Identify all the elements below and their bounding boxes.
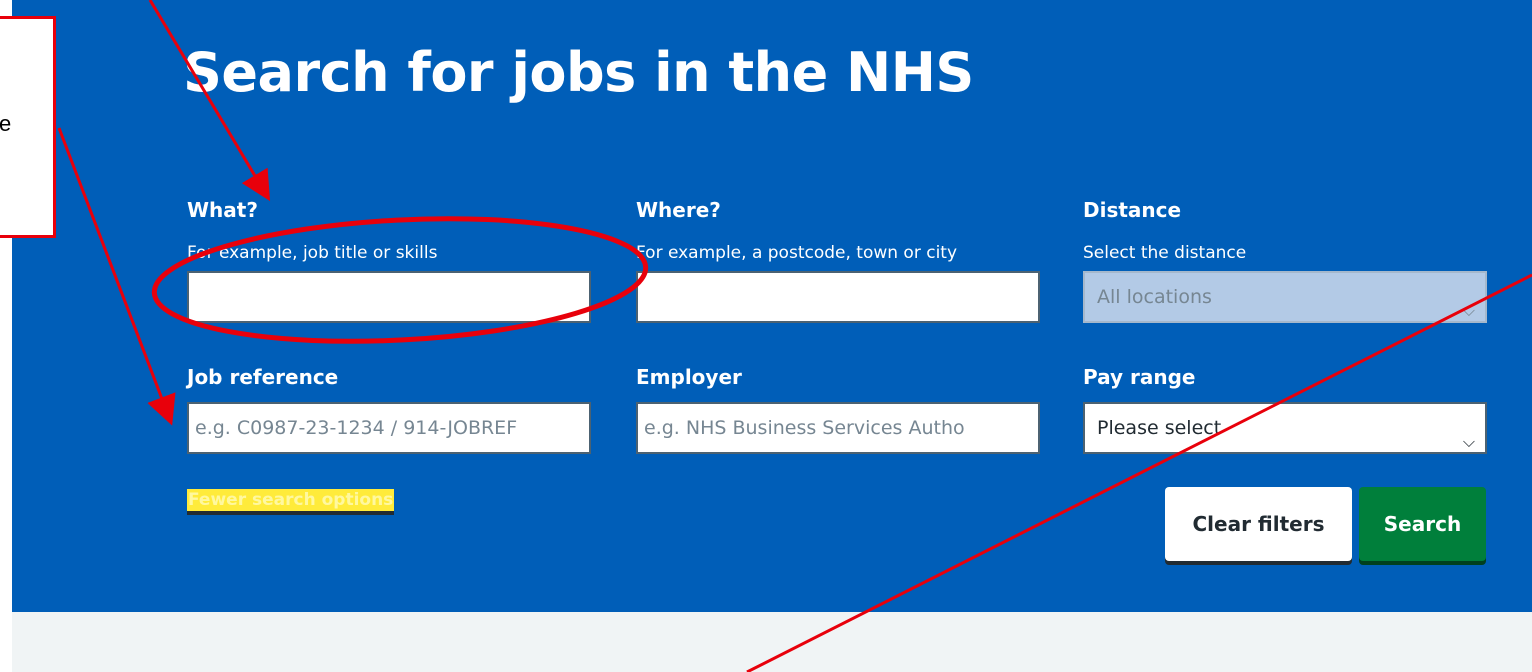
annotation-arrow-job-reference (57, 127, 176, 426)
annotation-ellipse (151, 216, 649, 344)
annotation-line-diagonal (746, 273, 1532, 672)
annotation-overlay (57, 0, 1532, 672)
annotation-arrow-what (148, 0, 271, 202)
